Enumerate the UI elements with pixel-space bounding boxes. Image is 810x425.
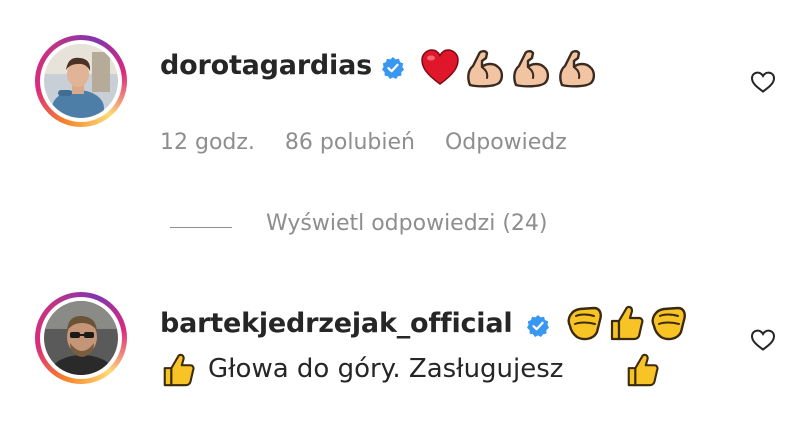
- comment-1: dorotagardias 12 godz. 86 polubień Odpowie…: [0, 0, 810, 236]
- comment-2: bartekjedrzejak_official Głowa do góry. …: [0, 280, 810, 420]
- thumbs-up-icon: [610, 305, 644, 341]
- comment-emojis: [564, 304, 688, 342]
- comment-text: Głowa do góry. Zasługujesz: [208, 354, 564, 384]
- avatar[interactable]: [44, 44, 118, 118]
- avatar-story-ring[interactable]: [35, 35, 127, 127]
- comment-time[interactable]: 12 godz.: [160, 130, 255, 155]
- verified-badge-icon: [527, 315, 549, 337]
- avatar-story-ring[interactable]: [35, 292, 127, 384]
- comment-meta: 12 godz. 86 polubień Odpowiedz: [160, 130, 567, 155]
- comment-emojis: [420, 48, 598, 88]
- clapping-hands-icon: [567, 306, 602, 341]
- clapping-hands-icon: [651, 306, 686, 341]
- thumbs-up-icon: [627, 353, 659, 387]
- flexed-biceps-icon: [559, 50, 596, 88]
- reply-button[interactable]: Odpowiedz: [445, 130, 567, 155]
- replies-divider: [170, 227, 232, 228]
- comment-username[interactable]: dorotagardias: [160, 50, 372, 81]
- thumbs-up-icon: [163, 353, 195, 387]
- comment-likes[interactable]: 86 polubień: [285, 130, 415, 155]
- avatar[interactable]: [44, 301, 118, 375]
- comment-username[interactable]: bartekjedrzejak_official: [160, 308, 513, 339]
- view-replies-button[interactable]: Wyświetl odpowiedzi (24): [266, 211, 548, 236]
- flexed-biceps-icon: [467, 50, 504, 88]
- like-heart-icon[interactable]: [750, 328, 776, 352]
- verified-badge-icon: [382, 57, 404, 79]
- red-heart-icon: [421, 49, 459, 85]
- like-heart-icon[interactable]: [750, 70, 776, 94]
- flexed-biceps-icon: [513, 50, 550, 88]
